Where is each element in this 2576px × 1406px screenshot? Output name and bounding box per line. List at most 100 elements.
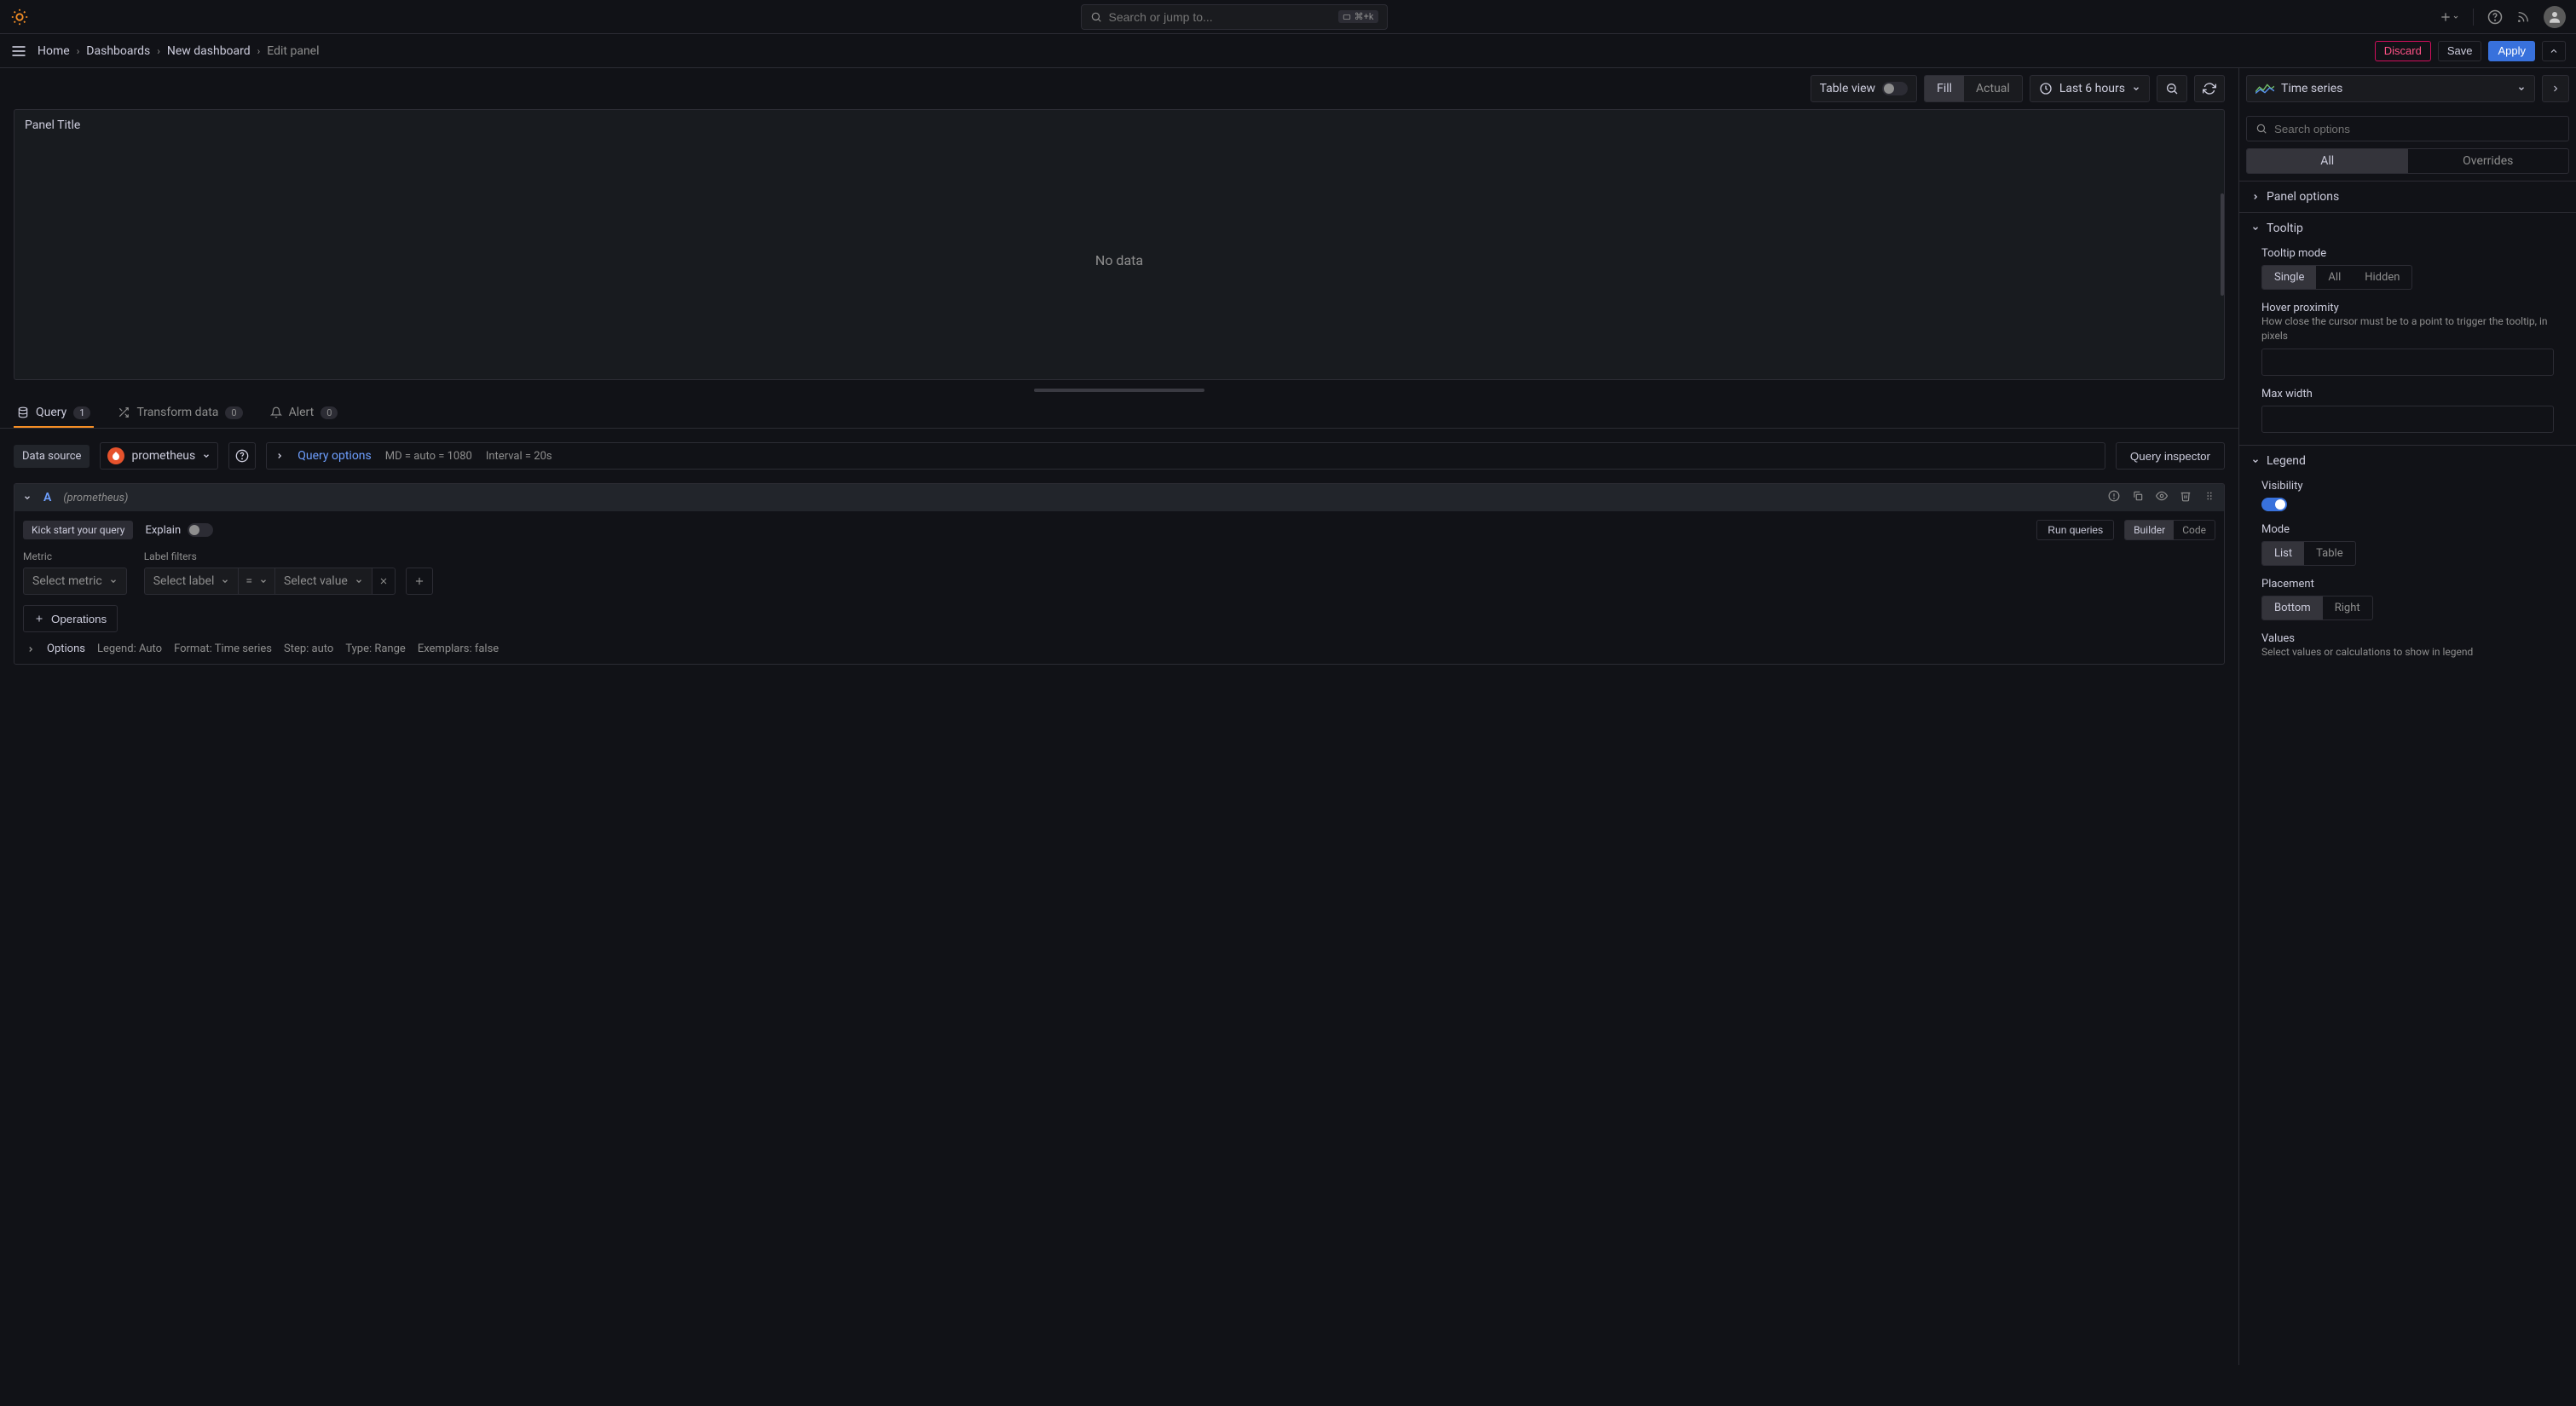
tooltip-mode-group: Single All Hidden: [2261, 265, 2412, 290]
tooltip-mode-hidden[interactable]: Hidden: [2353, 266, 2411, 289]
save-button[interactable]: Save: [2438, 41, 2482, 61]
horizontal-resize-handle[interactable]: [2221, 193, 2224, 296]
menu-icon[interactable]: [10, 43, 27, 60]
footer-type: Type: Range: [345, 642, 405, 655]
options-search-input[interactable]: [2274, 123, 2560, 135]
legend-mode-group: List Table: [2261, 541, 2356, 566]
breadcrumb-home[interactable]: Home: [38, 44, 70, 58]
panel-title: Panel Title: [14, 110, 2224, 141]
visualization-picker[interactable]: Time series: [2246, 75, 2535, 102]
data-source-help-button[interactable]: [228, 442, 256, 470]
tab-overrides[interactable]: Overrides: [2408, 149, 2569, 173]
discard-button[interactable]: Discard: [2375, 41, 2431, 61]
value-select[interactable]: Select value: [274, 568, 372, 595]
section-legend[interactable]: Legend: [2239, 446, 2576, 476]
visibility-toggle[interactable]: [2261, 498, 2287, 511]
tab-alert[interactable]: Alert 0: [267, 399, 342, 428]
chevron-right-icon: ›: [257, 45, 261, 57]
explain-toggle[interactable]: [188, 523, 213, 537]
label-select[interactable]: Select label: [144, 568, 239, 595]
md-info: MD = auto = 1080: [385, 450, 472, 463]
query-help-icon[interactable]: [2108, 490, 2120, 505]
run-queries-button[interactable]: Run queries: [2036, 520, 2114, 540]
chevron-right-icon: [2251, 193, 2260, 201]
switch-icon[interactable]: [1882, 82, 1908, 95]
data-source-picker[interactable]: prometheus: [100, 442, 218, 470]
tab-transform[interactable]: Transform data 0: [114, 399, 245, 428]
help-icon[interactable]: [2487, 9, 2503, 25]
collapse-panel-button[interactable]: [2542, 41, 2566, 61]
code-segment[interactable]: Code: [2174, 521, 2215, 539]
remove-filter-button[interactable]: [372, 568, 396, 595]
avatar[interactable]: [2544, 6, 2566, 28]
delete-query-icon[interactable]: [2180, 490, 2192, 505]
transform-count-badge: 0: [225, 406, 242, 419]
max-width-input[interactable]: [2261, 406, 2554, 433]
refresh-button[interactable]: [2194, 75, 2225, 102]
options-search[interactable]: [2246, 116, 2569, 141]
visualization-next-button[interactable]: [2542, 75, 2569, 102]
hover-proximity-desc: How close the cursor must be to a point …: [2261, 314, 2554, 343]
legend-mode-table[interactable]: Table: [2304, 542, 2354, 565]
chevron-right-icon: ›: [77, 45, 80, 57]
fill-segment[interactable]: Fill: [1925, 76, 1964, 101]
add-icon[interactable]: [2439, 10, 2459, 24]
query-options-bar[interactable]: Query options MD = auto = 1080 Interval …: [266, 442, 2105, 470]
time-range-picker[interactable]: Last 6 hours: [2030, 75, 2150, 102]
kick-start-button[interactable]: Kick start your query: [23, 521, 133, 539]
fill-actual-toggle: Fill Actual: [1924, 75, 2023, 102]
table-view-toggle[interactable]: Table view: [1811, 75, 1918, 102]
no-data-message: No data: [14, 141, 2224, 379]
hover-proximity-input[interactable]: [2261, 349, 2554, 376]
tab-all-options[interactable]: All: [2247, 149, 2408, 173]
breadcrumb: Home › Dashboards › New dashboard › Edit…: [38, 44, 2375, 58]
actual-segment[interactable]: Actual: [1964, 76, 2022, 101]
chevron-down-icon[interactable]: [23, 493, 32, 502]
drag-handle-icon[interactable]: [2203, 490, 2215, 505]
footer-legend: Legend: Auto: [97, 642, 162, 655]
section-tooltip[interactable]: Tooltip: [2239, 213, 2576, 244]
kbd-hint: ⌘+k: [1338, 10, 1378, 23]
chevron-down-icon: [2251, 224, 2260, 233]
label-filters-label: Label filters: [144, 550, 433, 562]
placement-right[interactable]: Right: [2323, 596, 2372, 619]
max-width-label: Max width: [2261, 388, 2554, 400]
operations-button[interactable]: Operations: [23, 605, 118, 632]
operator-select[interactable]: =: [238, 568, 274, 595]
zoom-out-button[interactable]: [2157, 75, 2187, 102]
tab-query[interactable]: Query 1: [14, 399, 94, 428]
tooltip-mode-single[interactable]: Single: [2262, 266, 2316, 289]
breadcrumb-new-dashboard[interactable]: New dashboard: [167, 44, 251, 58]
options-tabs: All Overrides: [2246, 148, 2569, 174]
breadcrumb-current: Edit panel: [267, 44, 319, 58]
values-label: Values: [2261, 632, 2554, 645]
section-panel-options[interactable]: Panel options: [2239, 182, 2576, 212]
alert-count-badge: 0: [321, 406, 338, 419]
toggle-visibility-icon[interactable]: [2156, 490, 2168, 505]
tooltip-mode-all[interactable]: All: [2316, 266, 2353, 289]
global-search[interactable]: ⌘+k: [1081, 4, 1388, 30]
footer-exemplars: Exemplars: false: [418, 642, 499, 655]
query-letter: A: [43, 491, 51, 504]
grafana-logo-icon[interactable]: [10, 8, 29, 26]
footer-step: Step: auto: [284, 642, 333, 655]
builder-code-toggle: Builder Code: [2124, 520, 2215, 540]
bell-icon: [270, 406, 282, 418]
explain-label: Explain: [145, 524, 181, 537]
rss-icon[interactable]: [2516, 10, 2530, 24]
placement-bottom[interactable]: Bottom: [2262, 596, 2323, 619]
duplicate-query-icon[interactable]: [2132, 490, 2144, 505]
metric-select[interactable]: Select metric: [23, 568, 127, 595]
add-filter-button[interactable]: [406, 568, 433, 595]
options-label[interactable]: Options: [47, 642, 85, 655]
legend-mode-list[interactable]: List: [2262, 542, 2304, 565]
search-input[interactable]: [1109, 10, 1331, 24]
chevron-right-icon[interactable]: [26, 645, 35, 654]
apply-button[interactable]: Apply: [2488, 41, 2535, 61]
prometheus-icon: [107, 447, 124, 464]
query-inspector-button[interactable]: Query inspector: [2116, 442, 2225, 470]
values-desc: Select values or calculations to show in…: [2261, 645, 2554, 660]
breadcrumb-dashboards[interactable]: Dashboards: [86, 44, 150, 58]
query-options-link[interactable]: Query options: [297, 449, 372, 463]
builder-segment[interactable]: Builder: [2125, 521, 2174, 539]
